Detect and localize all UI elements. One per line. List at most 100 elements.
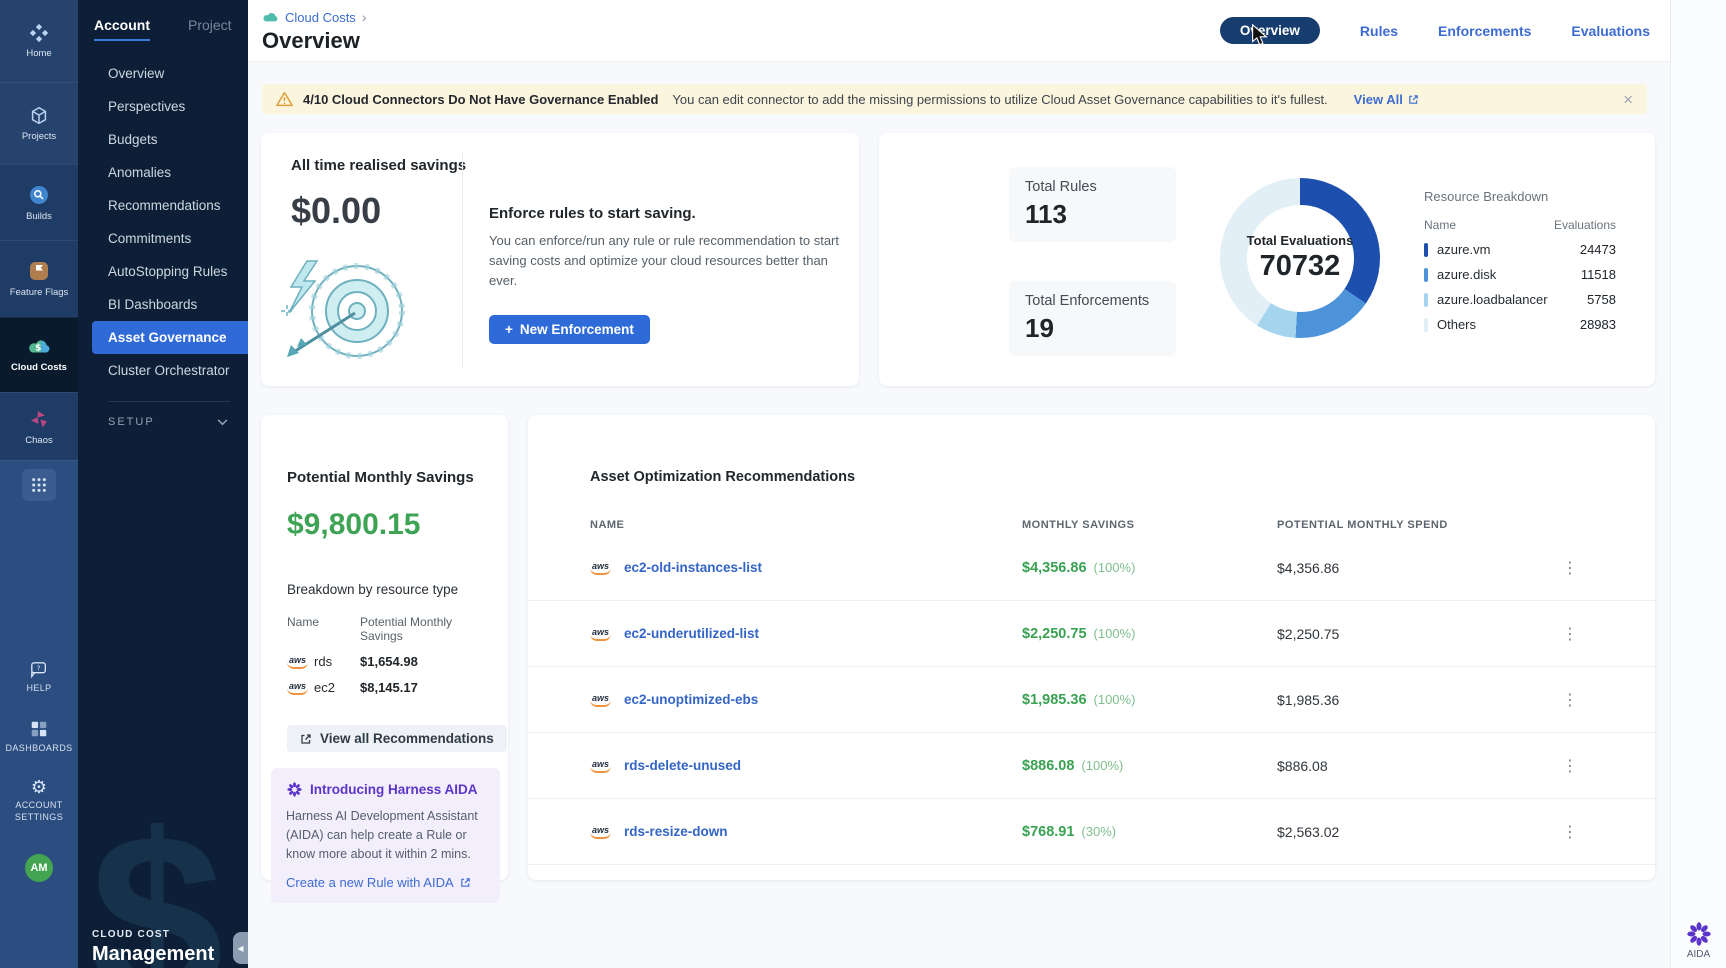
sidebar-item-overview[interactable]: Overview [78,57,248,90]
savings-percent: (100%) [1094,692,1136,707]
aida-assistant-button[interactable]: AIDA [1686,921,1712,960]
footer-line2: Management [92,943,248,966]
rail-item-label: Builds [26,212,52,223]
recommendation-link[interactable]: ec2-underutilized-list [624,626,759,641]
rail-item-help[interactable]: ? HELP [26,661,51,695]
recommendation-link[interactable]: ec2-old-instances-list [624,560,762,575]
col-potential-spend: POTENTIAL MONTHLY SPEND [1277,519,1556,531]
sidebar-item-anomalies[interactable]: Anomalies [78,156,248,189]
savings-percent: (100%) [1081,758,1123,773]
recommendation-row[interactable]: awsec2-unoptimized-ebs $1,985.36(100%) $… [528,667,1655,733]
view-all-recommendations-button[interactable]: View all Recommendations [287,725,507,752]
cube-icon [28,105,50,127]
chaos-icon [27,407,51,431]
potential-savings-title: Potential Monthly Savings [287,469,484,486]
rail-item-cloud-costs[interactable]: $ Cloud Costs [0,317,78,392]
rail-item-feature-flags[interactable]: Feature Flags [0,240,78,317]
sidebar-item-budgets[interactable]: Budgets [78,123,248,156]
right-edge-strip: AIDA [1670,0,1726,968]
rail-item-label: DASHBOARDS [5,743,72,755]
cloud-costs-icon: $ [26,336,52,358]
rail-item-home[interactable]: Home [0,0,78,82]
sidebar-collapse-handle[interactable]: ◀ [233,932,248,964]
recommendation-row[interactable]: awsec2-underutilized-list $2,250.75(100%… [528,601,1655,667]
aida-intro-panel: Introducing Harness AIDA Harness AI Deve… [271,768,500,903]
legend-row: Others 28983 [1424,317,1616,332]
gear-icon: ⚙ [31,778,47,796]
tab-rules[interactable]: Rules [1360,23,1398,39]
breadcrumb-link[interactable]: Cloud Costs [285,10,356,25]
close-icon[interactable]: × [1623,91,1633,108]
realised-savings-card: All time realised savings $0.00 Enforce … [261,133,859,386]
rail-item-account-settings[interactable]: ⚙ ACCOUNT SETTINGS [9,778,69,823]
sidebar-item-cluster-orchestrator[interactable]: Cluster Orchestrator [78,354,248,387]
tab-enforcements[interactable]: Enforcements [1438,23,1531,39]
recommendation-row[interactable]: awsrds-delete-unused $886.08(100%) $886.… [528,733,1655,799]
new-enforcement-button[interactable]: + New Enforcement [489,315,650,344]
rail-item-builds[interactable]: Builds [0,164,78,240]
legend-row: azure.disk 11518 [1424,267,1616,282]
tab-evaluations[interactable]: Evaluations [1571,23,1650,39]
aida-title: Introducing Harness AIDA [310,782,478,797]
tab-overview[interactable]: Overview [1220,17,1320,44]
create-rule-with-aida-link[interactable]: Create a new Rule with AIDA [286,875,485,890]
sidebar-item-bi-dashboards[interactable]: BI Dashboards [78,288,248,321]
warning-icon [276,91,293,107]
realised-savings-label: All time realised savings [291,157,859,174]
recommendation-link[interactable]: rds-delete-unused [624,758,741,773]
aws-icon: aws [590,825,611,839]
monthly-savings-value: $1,985.36 [1022,692,1087,708]
legend-value: 24473 [1580,242,1616,257]
kebab-menu-icon[interactable]: ⋮ [1556,690,1584,710]
sidebar-item-commitments[interactable]: Commitments [78,222,248,255]
legend-title: Resource Breakdown [1424,189,1616,204]
legend-chip [1424,268,1428,282]
total-enforcements-tile: Total Enforcements 19 [1009,281,1176,356]
recommendations-card: Asset Optimization Recommendations NAME … [528,415,1655,880]
potential-spend-value: $1,985.36 [1277,692,1556,708]
recommendation-link[interactable]: ec2-unoptimized-ebs [624,692,758,707]
recommendation-row[interactable]: awsec2-old-instances-list $4,356.86(100%… [528,535,1655,601]
cloud-icon [262,11,279,24]
svg-text:?: ? [37,663,41,672]
aida-link-label: Create a new Rule with AIDA [286,875,454,890]
breakdown-row: aws rds $1,654.98 [287,654,488,669]
aws-icon: aws [287,681,308,695]
kebab-menu-icon[interactable]: ⋮ [1556,756,1584,776]
rail-item-projects[interactable]: Projects [0,82,78,164]
recommendation-link[interactable]: rds-resize-down [624,824,728,839]
sidebar-item-autostopping-rules[interactable]: AutoStopping Rules [78,255,248,288]
rail-item-label: Home [26,49,51,60]
rail-item-chaos[interactable]: Chaos [0,392,78,460]
user-avatar[interactable]: AM [25,854,53,882]
sidebar-setup-toggle[interactable]: SETUP [78,402,248,428]
sidebar-item-recommendations[interactable]: Recommendations [78,189,248,222]
breakdown-col-name: Name [287,615,319,643]
sidebar-item-asset-governance[interactable]: Asset Governance [92,321,248,354]
sidebar-item-perspectives[interactable]: Perspectives [78,90,248,123]
rail-item-dashboards[interactable]: DASHBOARDS [5,719,72,755]
sidebar-tab-project[interactable]: Project [188,17,232,41]
legend-value: 28983 [1580,317,1616,332]
monthly-savings-value: $886.08 [1022,758,1074,774]
view-all-label: View All [1354,92,1403,107]
sidebar-footer: CLOUD COST Management [78,929,248,968]
module-picker-button[interactable] [22,469,56,501]
legend-name: azure.vm [1437,242,1490,257]
sidebar-tab-account[interactable]: Account [94,17,150,41]
resource-savings: $8,145.17 [360,680,488,695]
page-header: Cloud Costs › Overview Overview Rules En… [248,0,1670,62]
external-link-icon [1408,94,1419,105]
monthly-savings-value: $768.91 [1022,824,1074,840]
kebab-menu-icon[interactable]: ⋮ [1556,558,1584,578]
kebab-menu-icon[interactable]: ⋮ [1556,624,1584,644]
rail-item-label: Chaos [25,436,52,447]
kebab-menu-icon[interactable]: ⋮ [1556,822,1584,842]
legend-row: azure.vm 24473 [1424,242,1616,257]
savings-percent: (100%) [1094,560,1136,575]
footer-line1: CLOUD COST [92,929,248,940]
recommendation-row[interactable]: awsrds-resize-down $768.91(30%) $2,563.0… [528,799,1655,865]
banner-view-all-link[interactable]: View All [1354,92,1419,107]
module-nav-rail: Home Projects Builds Feature Flags $ Clo… [0,0,78,968]
rail-item-label: Projects [22,132,56,143]
